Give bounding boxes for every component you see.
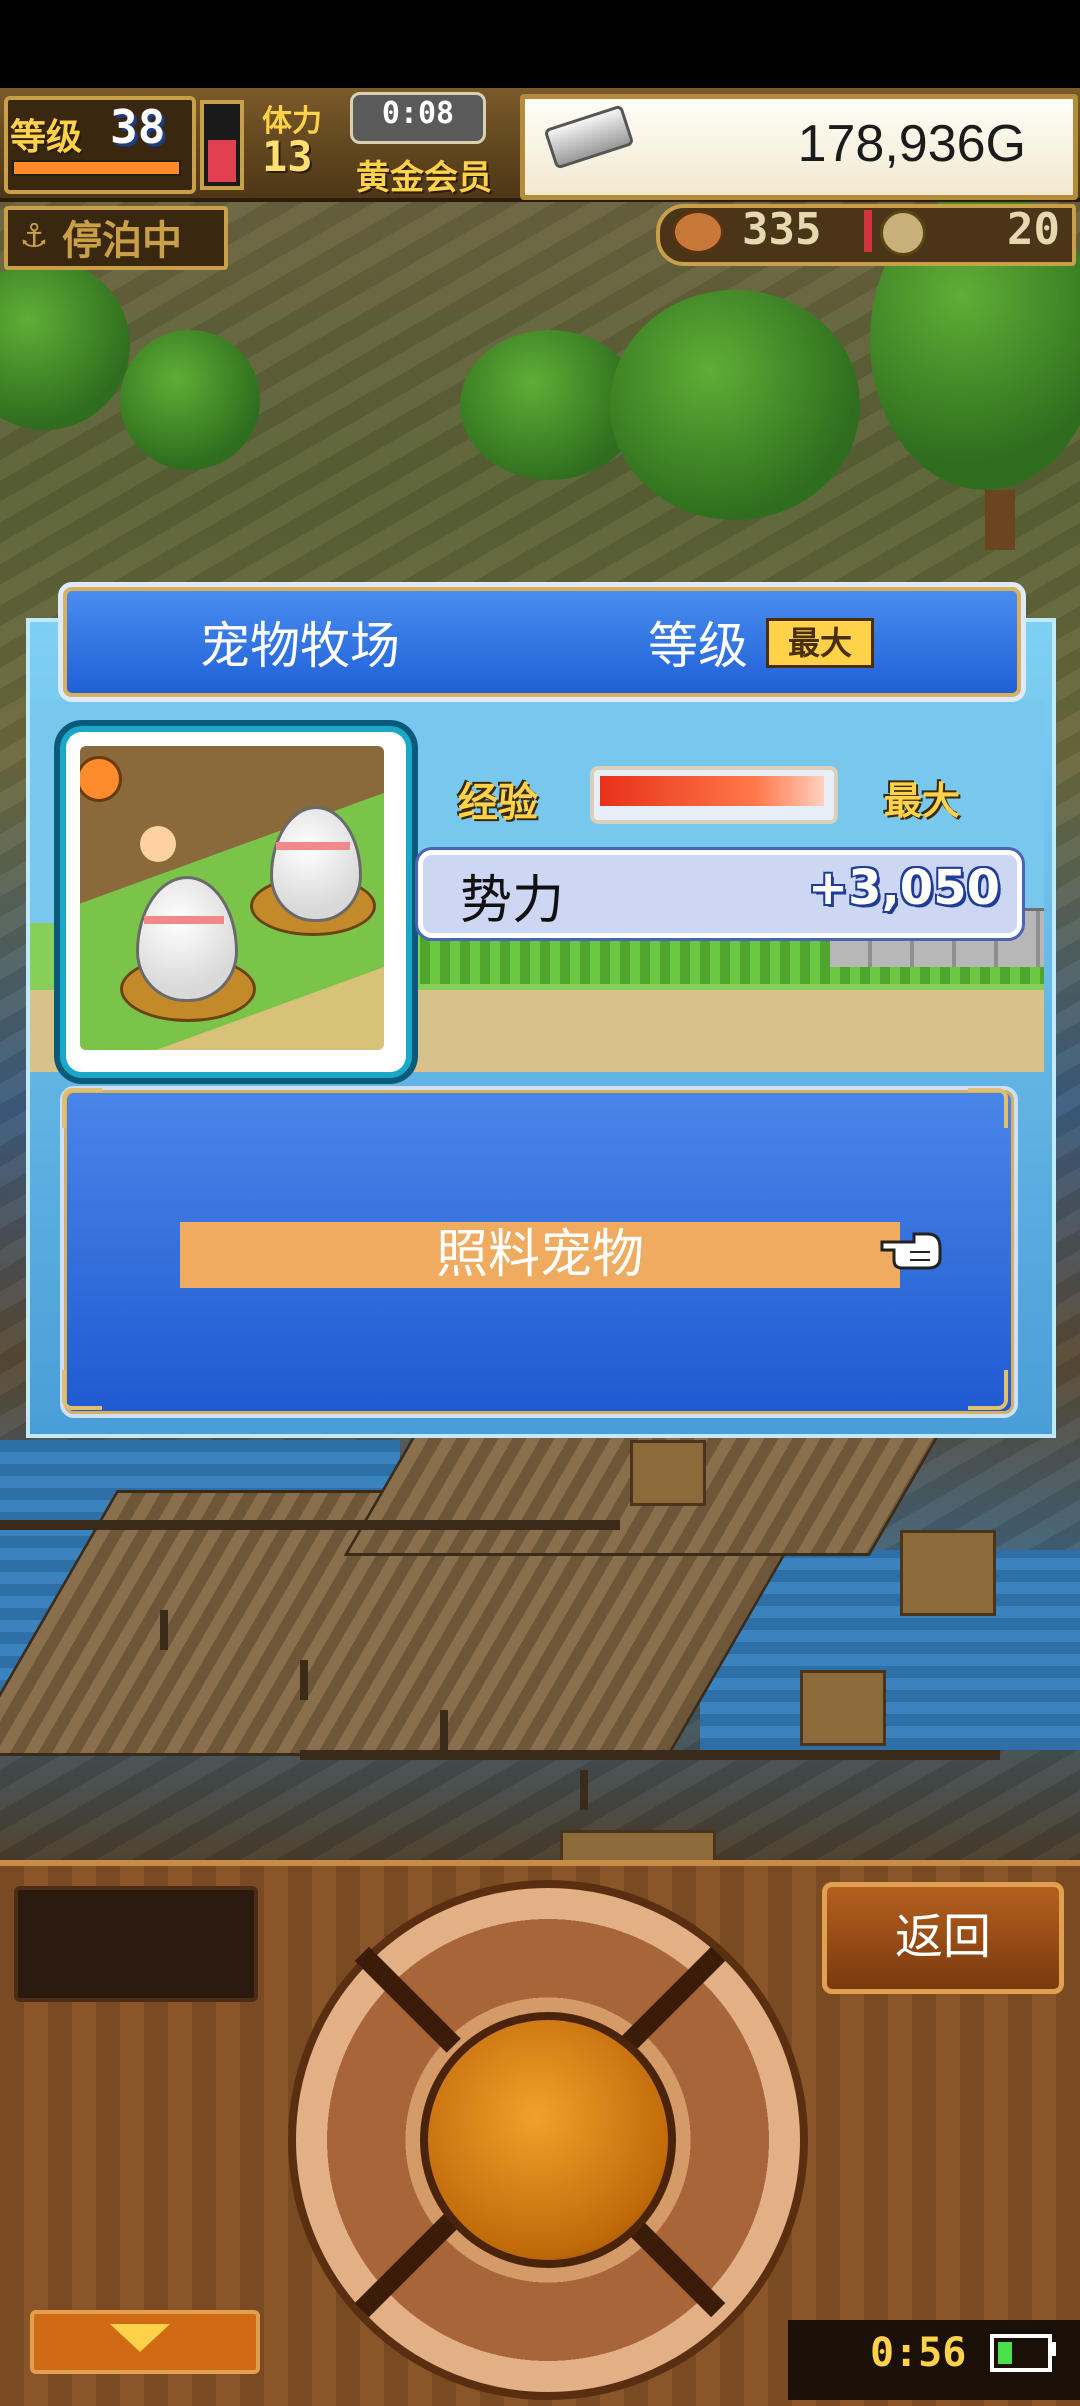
crate — [800, 1670, 886, 1746]
docked-status-label: 停泊中 — [62, 218, 182, 264]
battery-level-fill — [998, 2342, 1012, 2364]
ribbon — [276, 842, 350, 850]
warehouse — [560, 1830, 716, 1860]
ranch-keeper — [140, 826, 176, 862]
down-arrow-icon — [110, 2324, 170, 2352]
resource-divider — [864, 210, 872, 252]
clock: 0:56 — [870, 2330, 967, 2376]
facility-level-max-badge: 最大 — [766, 618, 874, 668]
level-label: 等级 — [10, 117, 83, 158]
pointing-hand-icon-svg — [880, 1232, 942, 1270]
tree — [610, 290, 860, 520]
lamp-post — [440, 1710, 448, 1750]
lamp-post — [300, 1660, 308, 1700]
level-value: 38 — [110, 100, 166, 154]
left-empty-slot[interactable] — [14, 1886, 258, 2002]
roast-meat-icon — [672, 210, 724, 254]
stamina-meter-fill — [208, 140, 236, 182]
stamina-timer: 0:08 — [381, 96, 455, 131]
tree — [0, 260, 130, 430]
stamina-value: 13 — [262, 132, 313, 181]
coin-icon — [880, 210, 926, 256]
anchor-icon: ⚓ — [21, 211, 47, 257]
level-progress-bar — [12, 160, 181, 176]
exp-label: 经验 — [458, 780, 538, 826]
status-strip — [0, 0, 1080, 88]
wheel-center-button[interactable] — [420, 2012, 676, 2268]
crate — [900, 1530, 996, 1616]
feed-pets-button[interactable]: 照料宠物 — [180, 1222, 900, 1288]
back-button[interactable]: 返回 — [822, 1882, 1064, 1994]
panel-corner — [968, 1370, 1008, 1410]
power-value: +3,050 — [807, 860, 1000, 916]
food-count: 335 — [742, 204, 822, 255]
coin-count: 20 — [1007, 204, 1060, 255]
pointing-hand-icon — [880, 1228, 944, 1274]
gold-member-label[interactable]: 黄金会员 — [356, 150, 492, 199]
egg — [136, 876, 238, 1002]
dock-rail — [300, 1750, 1000, 1760]
facility-level-label: 等级 — [648, 618, 748, 674]
panel-corner — [62, 1370, 102, 1410]
battery-tip — [1048, 2342, 1056, 2356]
ribbon — [144, 916, 224, 924]
panel-corner — [968, 1088, 1008, 1128]
gold-amount: 178,936G — [797, 115, 1026, 173]
pet-ranch-image — [80, 746, 384, 1050]
lamp-post — [580, 1770, 588, 1810]
dock-rail — [0, 1520, 620, 1530]
panel-corner — [62, 1088, 102, 1128]
crate — [630, 1440, 706, 1506]
exp-bar-fill — [600, 776, 824, 806]
tree — [120, 330, 260, 470]
lamp-post — [160, 1610, 168, 1650]
ranch-sign — [80, 756, 122, 802]
egg — [270, 806, 362, 922]
exp-max-badge: 最大 — [884, 779, 961, 823]
tree-trunk — [985, 490, 1015, 550]
dialog-title: 宠物牧场 — [200, 618, 400, 674]
power-label: 势力 — [460, 872, 565, 930]
